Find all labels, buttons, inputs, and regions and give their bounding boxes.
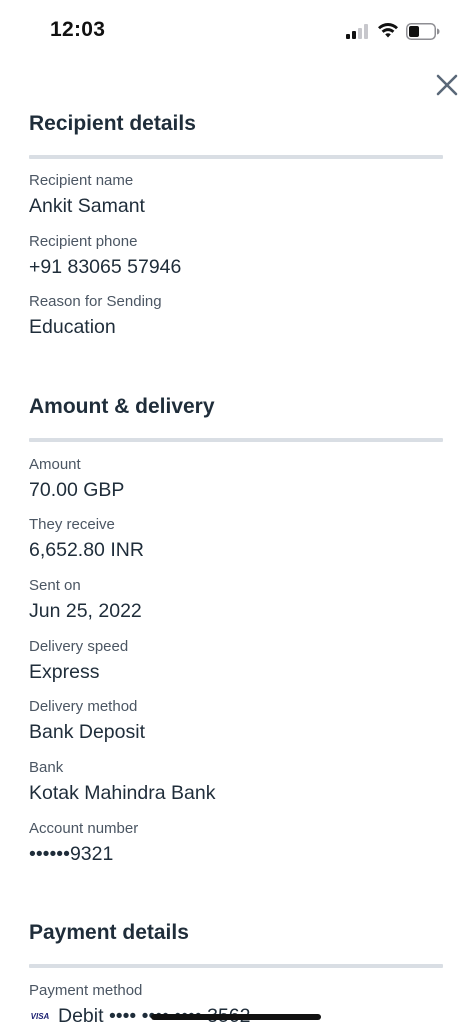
account-number-field: Account number ••••••9321 bbox=[29, 820, 443, 866]
amount-label: Amount bbox=[29, 456, 81, 473]
receive-field: They receive 6,652.80 INR bbox=[29, 516, 443, 562]
bank-label: Bank bbox=[29, 759, 64, 776]
section-divider bbox=[29, 964, 443, 968]
payment-section: Payment details bbox=[29, 919, 443, 968]
recipient-name-field: Recipient name Ankit Samant bbox=[29, 172, 443, 218]
sent-on-value: Jun 25, 2022 bbox=[29, 600, 142, 622]
close-icon bbox=[436, 74, 458, 96]
wifi-icon bbox=[378, 22, 398, 38]
receive-value: 6,652.80 INR bbox=[29, 539, 144, 561]
amount-field: Amount 70.00 GBP bbox=[29, 456, 443, 502]
amount-section-title: Amount & delivery bbox=[29, 395, 215, 418]
delivery-speed-field: Delivery speed Express bbox=[29, 638, 443, 684]
delivery-speed-label: Delivery speed bbox=[29, 638, 129, 655]
payment-method-field: Payment method VISA Debit •••• •••• ••••… bbox=[29, 982, 443, 1028]
recipient-section-title: Recipient details bbox=[29, 112, 196, 135]
delivery-method-value: Bank Deposit bbox=[29, 721, 145, 743]
status-bar: 12:03 bbox=[0, 0, 473, 62]
recipient-phone-field: Recipient phone +91 83065 57946 bbox=[29, 233, 443, 279]
receive-label: They receive bbox=[29, 516, 115, 533]
reason-label: Reason for Sending bbox=[29, 293, 162, 310]
recipient-phone-value: +91 83065 57946 bbox=[29, 256, 182, 278]
battery-icon bbox=[406, 23, 440, 40]
payment-section-title: Payment details bbox=[29, 921, 189, 944]
account-number-label: Account number bbox=[29, 820, 139, 837]
recipient-name-value: Ankit Samant bbox=[29, 195, 145, 217]
close-button[interactable] bbox=[432, 70, 462, 100]
sent-on-label: Sent on bbox=[29, 577, 81, 594]
reason-value: Education bbox=[29, 316, 116, 338]
recipient-name-label: Recipient name bbox=[29, 172, 134, 189]
delivery-speed-value: Express bbox=[29, 661, 100, 683]
bank-value: Kotak Mahindra Bank bbox=[29, 782, 216, 804]
visa-card-icon: VISA bbox=[29, 1010, 51, 1022]
delivery-method-label: Delivery method bbox=[29, 698, 138, 715]
amount-section: Amount & delivery bbox=[29, 393, 443, 442]
bank-field: Bank Kotak Mahindra Bank bbox=[29, 759, 443, 805]
amount-value: 70.00 GBP bbox=[29, 479, 125, 501]
section-divider bbox=[29, 155, 443, 159]
recipient-section: Recipient details bbox=[29, 110, 443, 159]
redaction-bar bbox=[151, 1014, 321, 1020]
svg-text:VISA: VISA bbox=[31, 1012, 50, 1021]
payment-method-label: Payment method bbox=[29, 982, 143, 999]
status-time: 12:03 bbox=[50, 18, 106, 41]
payment-method-row: VISA Debit •••• •••• •••• 3562 bbox=[29, 1004, 443, 1028]
account-number-value: ••••••9321 bbox=[29, 843, 114, 865]
reason-field: Reason for Sending Education bbox=[29, 293, 443, 339]
recipient-phone-label: Recipient phone bbox=[29, 233, 138, 250]
section-divider bbox=[29, 438, 443, 442]
sent-on-field: Sent on Jun 25, 2022 bbox=[29, 577, 443, 623]
signal-icon bbox=[346, 24, 368, 39]
delivery-method-field: Delivery method Bank Deposit bbox=[29, 698, 443, 744]
